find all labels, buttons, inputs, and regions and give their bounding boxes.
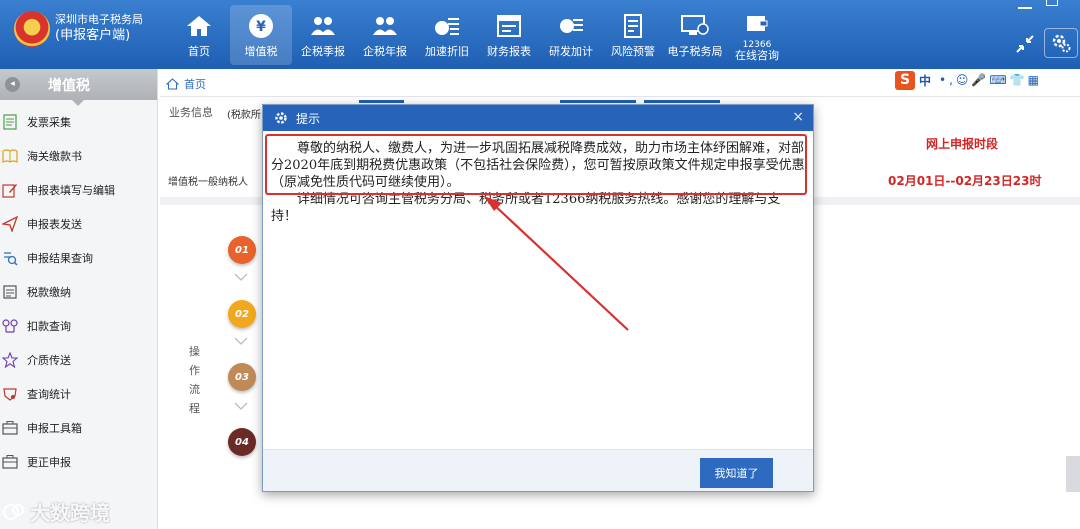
watermark: 大数跨境 [2, 497, 110, 526]
annotation-arrow [484, 196, 629, 331]
watermark-text: 大数跨境 [30, 501, 110, 525]
watermark-logo-icon [3, 503, 24, 520]
